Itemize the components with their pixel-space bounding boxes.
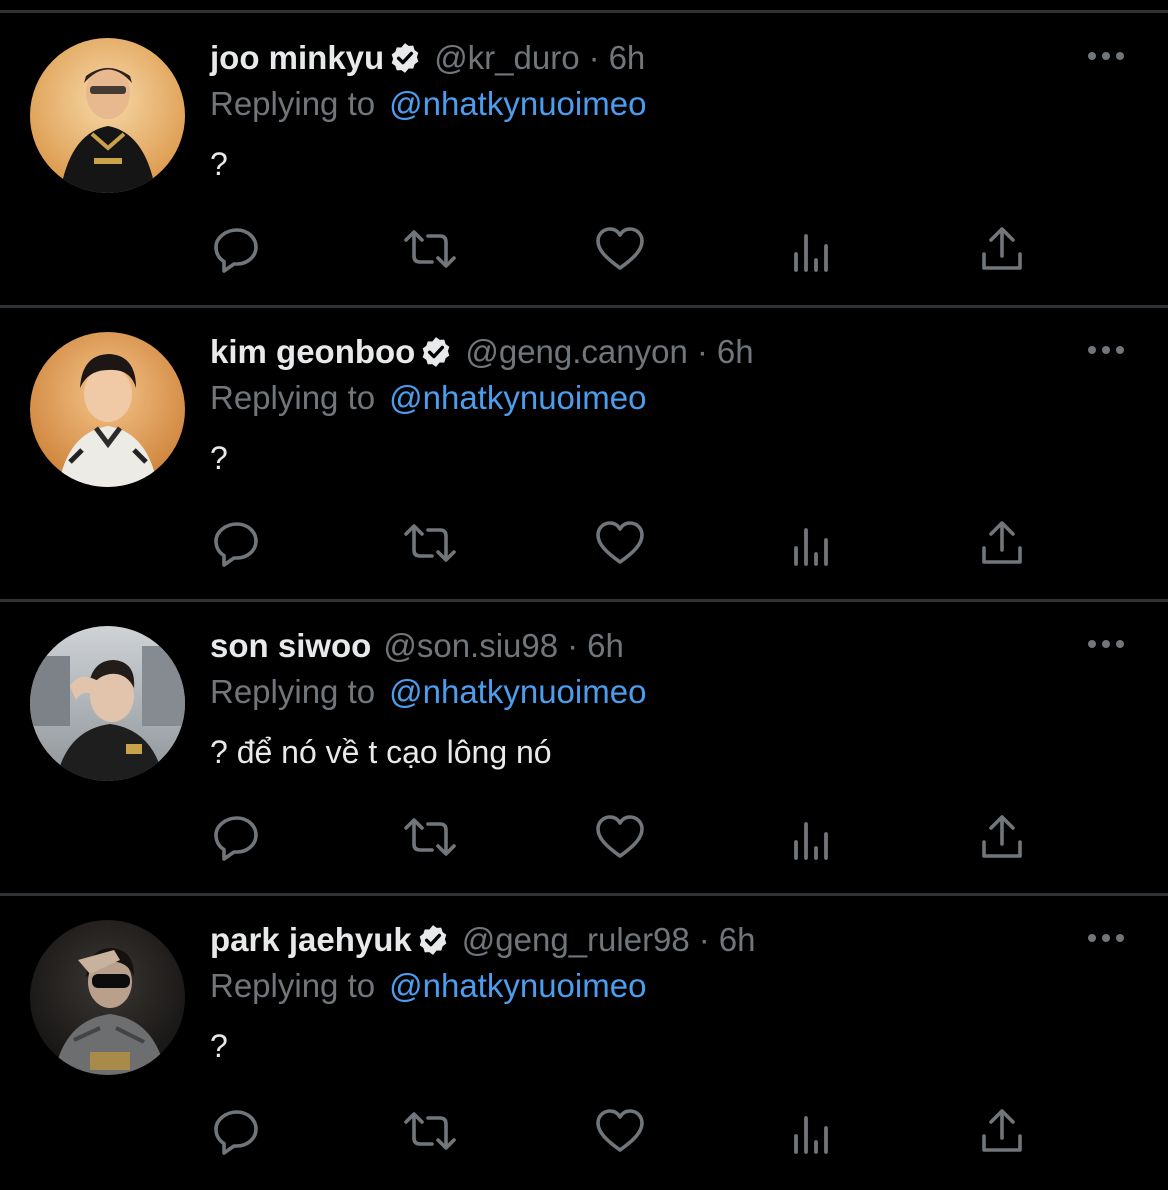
- separator-dot: ·: [698, 921, 710, 958]
- reply-button[interactable]: [210, 518, 262, 568]
- tweet-actions: [0, 1106, 1168, 1156]
- reply-target-link[interactable]: @nhatkynuoimeo: [389, 379, 646, 416]
- avatar[interactable]: [30, 332, 185, 487]
- like-icon: [596, 227, 644, 270]
- replying-to: Replying to @nhatkynuoimeo: [210, 376, 646, 420]
- tweet-actions: [0, 224, 1168, 274]
- like-button[interactable]: [594, 518, 646, 568]
- share-icon: [982, 227, 1022, 270]
- replying-to-label: Replying to: [210, 85, 376, 122]
- views-icon: [794, 528, 828, 566]
- reply-target-link[interactable]: @nhatkynuoimeo: [389, 673, 646, 710]
- like-icon: [596, 1109, 644, 1152]
- avatar[interactable]: [30, 626, 185, 781]
- display-name[interactable]: park jaehyuk: [210, 918, 412, 962]
- reply-target-link[interactable]: @nhatkynuoimeo: [389, 85, 646, 122]
- replying-to: Replying to @nhatkynuoimeo: [210, 82, 646, 126]
- user-handle[interactable]: @geng.canyon: [465, 330, 688, 374]
- reply-icon: [214, 1110, 258, 1155]
- more-options-icon[interactable]: [1084, 340, 1128, 360]
- reply-button[interactable]: [210, 812, 262, 862]
- reply-icon: [214, 228, 258, 273]
- views-icon: [794, 234, 828, 272]
- share-icon: [982, 521, 1022, 564]
- tweet-actions: [0, 518, 1168, 568]
- tweet-header: park jaehyuk @geng_ruler98 · 6h: [210, 918, 756, 962]
- tweet-header: joo minkyu @kr_duro · 6h: [210, 36, 645, 80]
- views-button[interactable]: [786, 224, 838, 274]
- tweet-header: kim geonboo @geng.canyon · 6h: [210, 330, 754, 374]
- like-button[interactable]: [594, 224, 646, 274]
- tweet-actions: [0, 812, 1168, 862]
- replying-to-label: Replying to: [210, 379, 376, 416]
- retweet-icon: [404, 1112, 456, 1150]
- reply-icon: [214, 816, 258, 861]
- tweet-text: ?: [210, 146, 228, 182]
- share-icon: [982, 815, 1022, 858]
- avatar[interactable]: [30, 920, 185, 1075]
- retweet-icon: [404, 230, 456, 268]
- retweet-icon: [404, 818, 456, 856]
- tweet-reply[interactable]: joo minkyu @kr_duro · 6h Replying to @nha…: [0, 14, 1168, 308]
- share-icon: [982, 1109, 1022, 1152]
- tweet-text: ? để nó về t cạo lông nó: [210, 734, 552, 770]
- tweet-text: ?: [210, 1028, 228, 1064]
- timestamp[interactable]: 6h: [717, 330, 754, 374]
- timestamp[interactable]: 6h: [587, 624, 624, 668]
- retweet-button[interactable]: [400, 518, 456, 568]
- more-options-icon[interactable]: [1084, 46, 1128, 66]
- share-button[interactable]: [976, 1106, 1028, 1156]
- separator-dot: ·: [567, 627, 579, 664]
- retweet-button[interactable]: [400, 224, 456, 274]
- more-options-icon[interactable]: [1084, 928, 1128, 948]
- like-icon: [596, 815, 644, 858]
- verified-badge-icon: [419, 335, 453, 369]
- share-button[interactable]: [976, 518, 1028, 568]
- replying-to-label: Replying to: [210, 673, 376, 710]
- reply-target-link[interactable]: @nhatkynuoimeo: [389, 967, 646, 1004]
- separator-dot: ·: [588, 39, 600, 76]
- share-button[interactable]: [976, 812, 1028, 862]
- verified-badge-icon: [416, 923, 450, 957]
- views-icon: [794, 1116, 828, 1154]
- top-divider: [0, 10, 1168, 13]
- tweet-reply[interactable]: park jaehyuk @geng_ruler98 · 6h Replying…: [0, 896, 1168, 1190]
- retweet-icon: [404, 524, 456, 562]
- tweet-reply[interactable]: son siwoo @son.siu98 · 6h Replying to @nh…: [0, 602, 1168, 896]
- user-handle[interactable]: @son.siu98: [383, 624, 558, 668]
- timestamp[interactable]: 6h: [719, 918, 756, 962]
- like-button[interactable]: [594, 812, 646, 862]
- like-icon: [596, 521, 644, 564]
- separator-dot: ·: [696, 333, 708, 370]
- reply-button[interactable]: [210, 224, 262, 274]
- user-handle[interactable]: @geng_ruler98: [462, 918, 690, 962]
- replying-to: Replying to @nhatkynuoimeo: [210, 964, 646, 1008]
- tweet-header: son siwoo @son.siu98 · 6h: [210, 624, 624, 668]
- views-button[interactable]: [786, 812, 838, 862]
- display-name[interactable]: kim geonboo: [210, 330, 415, 374]
- replying-to-label: Replying to: [210, 967, 376, 1004]
- tweet-text: ?: [210, 440, 228, 476]
- views-icon: [794, 822, 828, 860]
- views-button[interactable]: [786, 1106, 838, 1156]
- display-name[interactable]: joo minkyu: [210, 36, 384, 80]
- share-button[interactable]: [976, 224, 1028, 274]
- retweet-button[interactable]: [400, 1106, 456, 1156]
- user-handle[interactable]: @kr_duro: [434, 36, 579, 80]
- display-name[interactable]: son siwoo: [210, 624, 371, 668]
- reply-button[interactable]: [210, 1106, 262, 1156]
- replying-to: Replying to @nhatkynuoimeo: [210, 670, 646, 714]
- timestamp[interactable]: 6h: [609, 36, 646, 80]
- tweet-reply[interactable]: kim geonboo @geng.canyon · 6h Replying t…: [0, 308, 1168, 602]
- more-options-icon[interactable]: [1084, 634, 1128, 654]
- verified-badge-icon: [388, 41, 422, 75]
- reply-icon: [214, 522, 258, 567]
- views-button[interactable]: [786, 518, 838, 568]
- avatar[interactable]: [30, 38, 185, 193]
- like-button[interactable]: [594, 1106, 646, 1156]
- retweet-button[interactable]: [400, 812, 456, 862]
